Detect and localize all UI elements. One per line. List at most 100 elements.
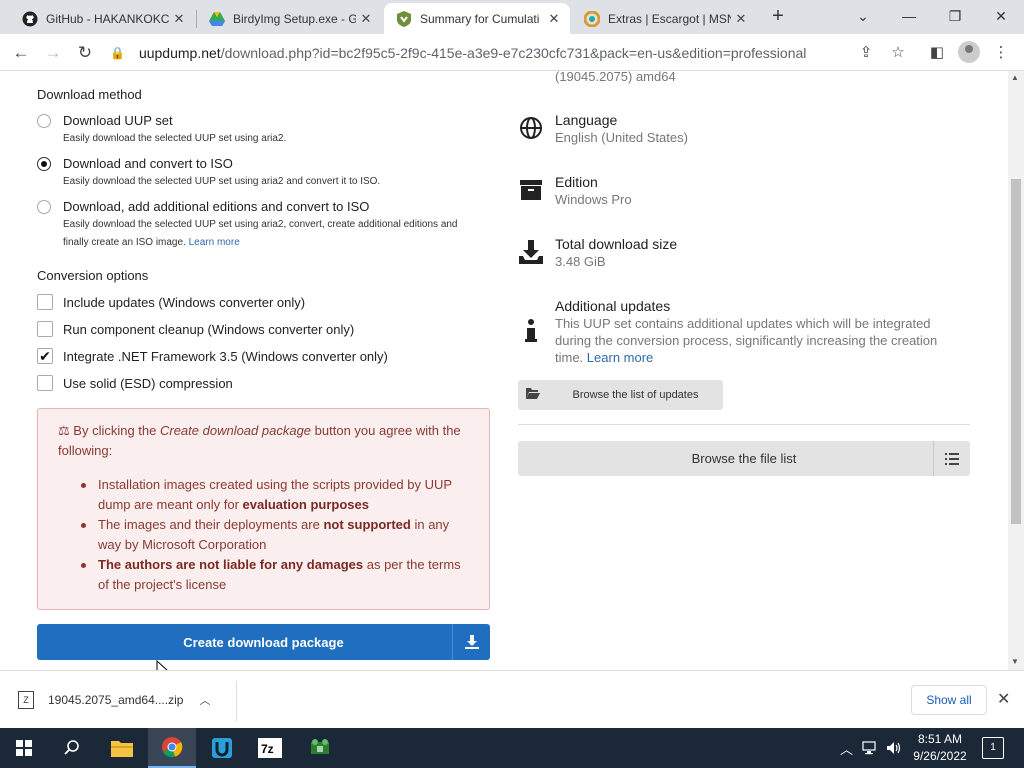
address-bar[interactable]: 🔒 uupdump.net /download.php?id=bc2f95c5-…	[110, 38, 850, 68]
close-icon[interactable]: ✕	[544, 11, 564, 27]
page-content: Download method Download UUP set Easily …	[0, 71, 1008, 670]
network-icon[interactable]	[862, 728, 878, 768]
svg-text:7z: 7z	[261, 742, 274, 756]
scroll-up-icon[interactable]: ▲	[1011, 73, 1019, 82]
option-description: Easily download the selected UUP set usi…	[63, 216, 483, 252]
option-description: Easily download the selected UUP set usi…	[63, 133, 287, 144]
checkbox-component-cleanup[interactable]	[37, 321, 53, 337]
list-item: The authors are not liable for any damag…	[81, 555, 473, 595]
page-scrollbar[interactable]: ▲ ▼	[1008, 71, 1024, 670]
close-icon[interactable]: ✕	[731, 11, 751, 27]
option-label: Integrate .NET Framework 3.5 (Windows co…	[63, 349, 388, 364]
new-tab-button[interactable]: +	[766, 5, 790, 29]
github-icon	[22, 11, 38, 27]
windows-start-icon[interactable]	[0, 728, 48, 768]
item-bold: not supported	[323, 517, 411, 532]
chevron-up-icon[interactable]: ︿	[840, 728, 853, 768]
list-item: Installation images created using the sc…	[81, 475, 473, 515]
clock[interactable]: 8:51 AM 9/26/2022	[906, 731, 974, 765]
download-item[interactable]: Z 19045.2075_amd64....zip ︿	[18, 685, 210, 715]
scroll-down-icon[interactable]: ▼	[1011, 657, 1019, 666]
zip-file-icon: Z	[18, 691, 34, 709]
build-info: (19045.2075) amd64	[555, 71, 676, 84]
tab-label: BirdyImg Setup.exe - G	[233, 11, 356, 26]
download-bar: Z 19045.2075_amd64....zip ︿ Show all ✕	[0, 670, 1024, 728]
share-icon[interactable]: ⇪	[855, 42, 877, 64]
notification-center-icon[interactable]: 1	[982, 737, 1004, 759]
reload-button[interactable]: ↻	[72, 40, 98, 66]
download-size-icon	[518, 239, 544, 265]
close-icon[interactable]: ✕	[997, 689, 1010, 709]
item-text: The images and their deployments are	[98, 517, 324, 532]
side-panel-icon[interactable]: ◧	[926, 42, 948, 64]
warning-text: By clicking the	[73, 423, 160, 438]
radio-additional-editions[interactable]	[37, 200, 51, 214]
edition-value: Windows Pro	[555, 192, 632, 207]
updates-value: This UUP set contains additional updates…	[555, 315, 965, 366]
app-icon[interactable]	[296, 728, 344, 768]
tab-escargot[interactable]: Extras | Escargot | MSN ✕	[572, 3, 757, 34]
chrome-icon[interactable]	[148, 728, 196, 768]
lock-icon: 🔒	[110, 46, 125, 60]
scrollbar-thumb[interactable]	[1011, 179, 1021, 524]
learn-more-link[interactable]: Learn more	[189, 237, 240, 248]
search-icon[interactable]	[48, 728, 96, 768]
url-path: /download.php?id=bc2f95c5-2f9c-415e-a3e9…	[220, 45, 807, 61]
download-filename: 19045.2075_amd64....zip	[48, 693, 184, 707]
chevron-up-icon[interactable]: ︿	[199, 692, 210, 708]
mouse-cursor-icon	[156, 659, 170, 670]
option-label: Download and convert to ISO	[63, 156, 233, 171]
option-label: Download, add additional editions and co…	[63, 199, 370, 214]
bookmark-star-icon[interactable]: ☆	[887, 42, 909, 64]
checkbox-solid-compression[interactable]	[37, 375, 53, 391]
radio-download-uup-set[interactable]	[37, 114, 51, 128]
button-label: Browse the file list	[691, 451, 797, 466]
edition-title: Edition	[555, 174, 598, 190]
back-button[interactable]: ←	[8, 40, 34, 66]
updates-title: Additional updates	[555, 298, 671, 314]
divider	[518, 424, 970, 425]
uupdump-icon	[396, 10, 412, 27]
warning-list: Installation images created using the sc…	[81, 475, 473, 595]
scale-icon: ⚖	[58, 423, 70, 438]
create-download-package-button[interactable]: Create download package	[37, 624, 490, 660]
tab-label: Summary for Cumulati	[420, 11, 540, 26]
learn-more-link[interactable]: Learn more	[587, 350, 653, 365]
archive-box-icon	[518, 177, 544, 203]
restore-button[interactable]: ❐	[932, 0, 978, 32]
clock-date: 9/26/2022	[913, 749, 967, 763]
forward-button[interactable]: →	[40, 40, 66, 66]
minimize-button[interactable]: —	[886, 0, 932, 32]
tab-birdyimg[interactable]: BirdyImg Setup.exe - G ✕	[197, 3, 382, 34]
option-label: Run component cleanup (Windows converter…	[63, 322, 355, 337]
radio-download-convert-iso[interactable]	[37, 157, 51, 171]
close-icon[interactable]: ✕	[169, 11, 189, 27]
clock-time: 8:51 AM	[917, 732, 963, 746]
size-value: 3.48 GiB	[555, 254, 606, 269]
browse-file-list-button[interactable]: Browse the file list	[518, 441, 970, 476]
7zip-icon[interactable]: 7z	[246, 728, 294, 768]
option-label: Include updates (Windows converter only)	[63, 295, 306, 310]
warning-emphasis: Create download package	[159, 423, 312, 438]
license-warning-box: ⚖ By clicking the Create download packag…	[37, 408, 490, 610]
tab-label: Extras | Escargot | MSN	[608, 11, 731, 26]
file-explorer-icon[interactable]	[98, 728, 146, 768]
show-all-button[interactable]: Show all	[911, 685, 987, 715]
tab-github[interactable]: GitHub - HAKANKOKCU ✕	[10, 3, 195, 34]
checkbox-include-updates[interactable]	[37, 294, 53, 310]
checkbox-integrate-netfx[interactable]: ✔	[37, 348, 53, 364]
folder-open-icon	[518, 388, 548, 402]
menu-icon[interactable]: ⋮	[990, 42, 1012, 64]
close-icon[interactable]: ✕	[356, 11, 376, 27]
tab-search-icon[interactable]: ⌄	[840, 0, 886, 32]
uupdump-app-icon[interactable]	[198, 728, 246, 768]
url-host: uupdump.net	[138, 45, 221, 61]
option-label: Use solid (ESD) compression	[63, 376, 233, 391]
profile-avatar[interactable]	[958, 41, 980, 63]
browse-updates-button[interactable]: Browse the list of updates	[518, 380, 723, 410]
tab-summary[interactable]: Summary for Cumulati ✕	[384, 3, 570, 34]
warning-heading: ⚖ By clicking the Create download packag…	[58, 421, 473, 461]
window-close-button[interactable]: ✕	[978, 0, 1024, 32]
volume-icon[interactable]	[886, 728, 902, 768]
download-method-title: Download method	[37, 87, 142, 102]
